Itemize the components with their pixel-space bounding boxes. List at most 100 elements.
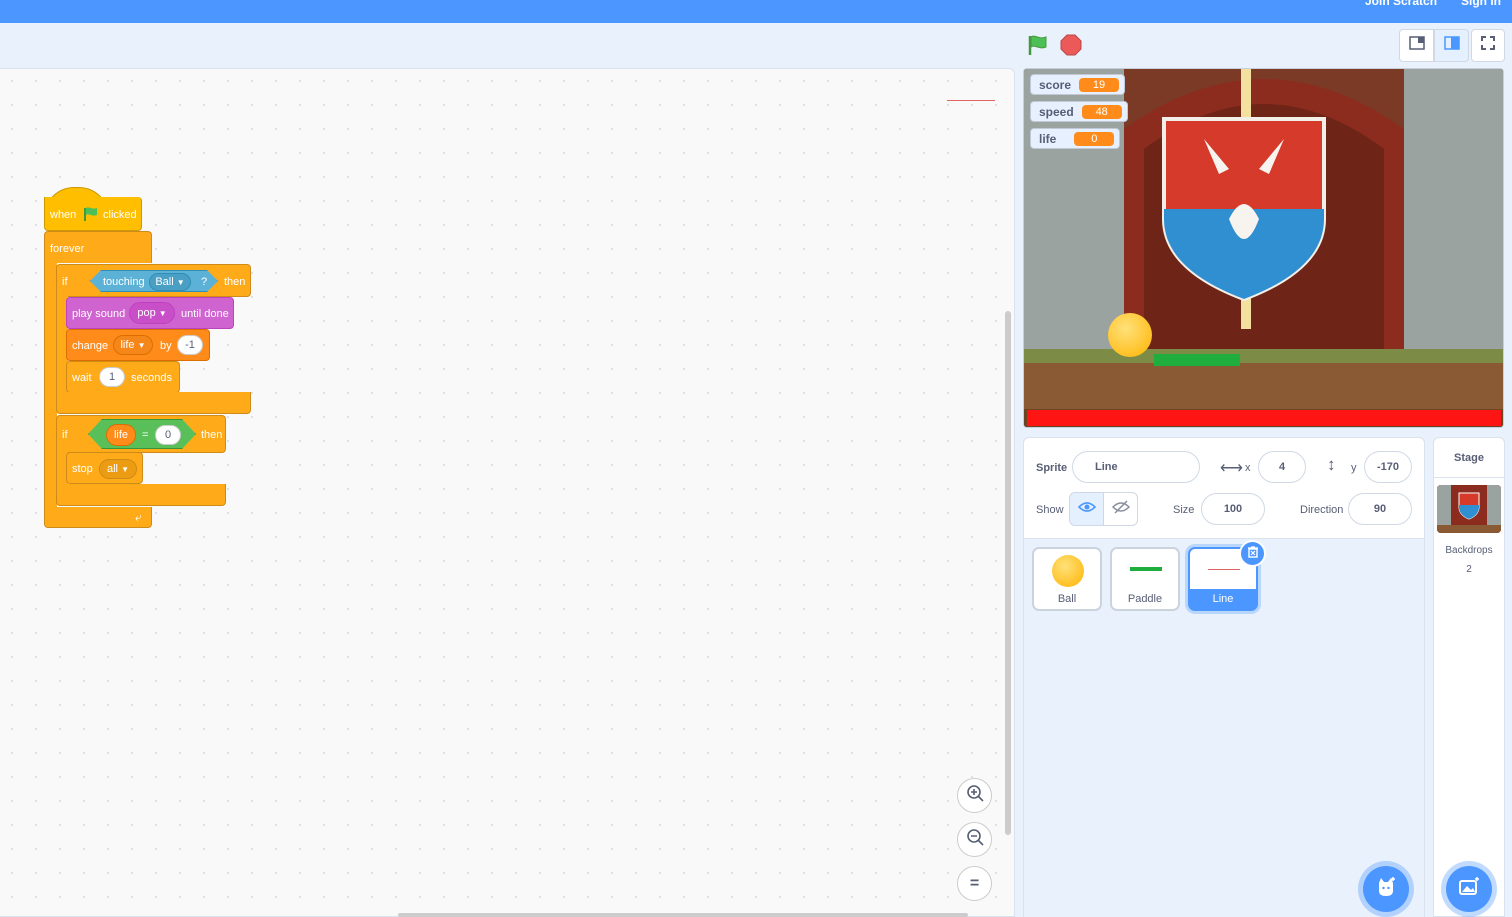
line-thumbnail: [1208, 569, 1240, 570]
equals-operator-block[interactable]: life = 0: [88, 419, 196, 449]
stop-block[interactable]: stop all ▼: [66, 452, 143, 484]
vertical-scrollbar[interactable]: [1005, 311, 1011, 835]
zoom-out-button[interactable]: [957, 822, 992, 857]
sprite-name: Ball: [1057, 593, 1077, 605]
variable-dropdown[interactable]: life ▼: [113, 335, 153, 355]
direction-label: Direction: [1300, 504, 1344, 516]
backdrop-thumbnail: [1437, 485, 1501, 533]
choose-backdrop-button[interactable]: [1446, 866, 1492, 912]
monitor-value: 19: [1079, 77, 1120, 92]
forever-block[interactable]: forever: [44, 231, 152, 263]
delete-sprite-button[interactable]: [1239, 540, 1266, 567]
chevron-down-icon: ▼: [137, 341, 146, 350]
then-label: then: [224, 276, 246, 288]
sign-in-link[interactable]: Sign in: [1461, 0, 1501, 8]
large-stage-button[interactable]: [1434, 29, 1469, 62]
line-sprite[interactable]: [1027, 410, 1501, 426]
y-position-input[interactable]: -170: [1364, 451, 1412, 483]
compare-value-input[interactable]: 0: [155, 425, 181, 445]
score-monitor[interactable]: score 19: [1030, 74, 1126, 95]
sound-dropdown[interactable]: pop ▼: [129, 302, 175, 324]
sprite-tile-ball[interactable]: Ball: [1032, 547, 1102, 611]
sprite-label: Sprite: [1036, 462, 1068, 474]
monitor-label: speed: [1039, 104, 1074, 119]
change-amount-input[interactable]: -1: [177, 335, 203, 355]
fullscreen-button[interactable]: [1471, 29, 1505, 62]
monitor-label: life: [1039, 131, 1057, 146]
y-label: y: [1351, 462, 1357, 474]
large-stage-icon: [1443, 36, 1460, 55]
monitor-label: score: [1039, 77, 1072, 92]
life-monitor[interactable]: life 0: [1030, 128, 1121, 149]
stage-toolbar: [0, 23, 1512, 68]
eye-slash-icon: [1111, 499, 1130, 519]
chevron-down-icon: ▼: [176, 278, 185, 287]
menu-bar: Join Scratch Sign in: [0, 0, 1512, 23]
stage-canvas[interactable]: score 19 speed 48 life 0: [1023, 68, 1504, 428]
stage-selector-panel[interactable]: Stage Backdrops 2: [1433, 437, 1505, 917]
trash-icon: [1247, 545, 1259, 563]
zoom-out-icon: [966, 828, 984, 851]
size-label: Size: [1173, 504, 1195, 516]
horizontal-scrollbar[interactable]: [398, 913, 968, 917]
direction-input[interactable]: 90: [1348, 493, 1412, 525]
sprite-name: Line: [1190, 589, 1256, 609]
sprite-tile-paddle[interactable]: Paddle: [1110, 547, 1180, 611]
stop-option-value: all: [107, 463, 119, 475]
chevron-down-icon: ▼: [121, 465, 129, 474]
if-life-equals-block[interactable]: if life = 0 then: [56, 415, 226, 453]
monitor-value: 0: [1074, 131, 1115, 146]
change-variable-block[interactable]: change life ▼ by -1: [66, 329, 210, 361]
play-sound-label: play sound: [72, 308, 126, 320]
ball-sprite[interactable]: [1108, 313, 1152, 357]
when-flag-clicked-block[interactable]: when clicked: [44, 197, 142, 231]
stop-icon[interactable]: [1060, 34, 1082, 56]
size-input[interactable]: 100: [1201, 493, 1265, 525]
seconds-label: seconds: [131, 372, 172, 384]
backdrops-label: Backdrops: [1445, 545, 1493, 556]
then-label: then: [201, 429, 223, 441]
show-hidden-button[interactable]: [1103, 492, 1138, 526]
forever-footer[interactable]: ⤶: [44, 507, 152, 528]
if-touching-block[interactable]: if touching Ball ▼ ? then: [56, 264, 251, 297]
code-workspace[interactable]: when clicked forever ⤶ if touching Ball …: [0, 68, 1015, 917]
change-label: change: [72, 340, 109, 352]
question-mark-label: ?: [201, 276, 208, 288]
image-add-icon: [1457, 875, 1481, 904]
sprite-name: Paddle: [1127, 593, 1163, 605]
castle-backdrop: [1024, 69, 1503, 427]
sprite-preview-line: [947, 100, 995, 101]
backdrops-count: 2: [1466, 564, 1472, 575]
touching-block[interactable]: touching Ball ▼ ?: [90, 270, 218, 292]
stop-option-dropdown[interactable]: all ▼: [99, 459, 137, 479]
ball-thumbnail: [1052, 555, 1084, 587]
equals-label: =: [142, 429, 149, 441]
variable-value: life: [120, 339, 135, 351]
join-scratch-link[interactable]: Join Scratch: [1365, 0, 1437, 8]
paddle-thumbnail: [1130, 567, 1162, 571]
forever-label: forever: [50, 243, 85, 255]
speed-monitor[interactable]: speed 48: [1030, 101, 1128, 122]
loop-arrow-icon: ⤶: [135, 510, 142, 524]
by-label: by: [160, 340, 172, 352]
clicked-label: clicked: [103, 209, 137, 221]
stop-label: stop: [72, 463, 93, 475]
small-stage-button[interactable]: [1399, 29, 1434, 62]
choose-sprite-button[interactable]: [1363, 866, 1409, 912]
green-flag-icon[interactable]: [1026, 33, 1050, 57]
touching-target-dropdown[interactable]: Ball ▼: [149, 273, 191, 291]
touching-label: touching: [103, 276, 145, 288]
vertical-arrows-icon: ↕: [1327, 455, 1336, 474]
wait-block[interactable]: wait 1 seconds: [66, 361, 180, 393]
if-footer: [56, 392, 251, 414]
x-position-input[interactable]: 4: [1258, 451, 1306, 483]
paddle-sprite[interactable]: [1154, 354, 1240, 366]
life-variable-reporter[interactable]: life: [106, 424, 136, 446]
play-sound-block[interactable]: play sound pop ▼ until done: [66, 297, 234, 329]
horizontal-arrows-icon: ⟷: [1220, 460, 1243, 477]
sprite-name-input[interactable]: Line: [1072, 451, 1200, 483]
show-visible-button[interactable]: [1069, 492, 1104, 526]
zoom-in-button[interactable]: [957, 778, 992, 813]
wait-seconds-input[interactable]: 1: [99, 367, 125, 387]
zoom-reset-button[interactable]: =: [957, 866, 992, 901]
